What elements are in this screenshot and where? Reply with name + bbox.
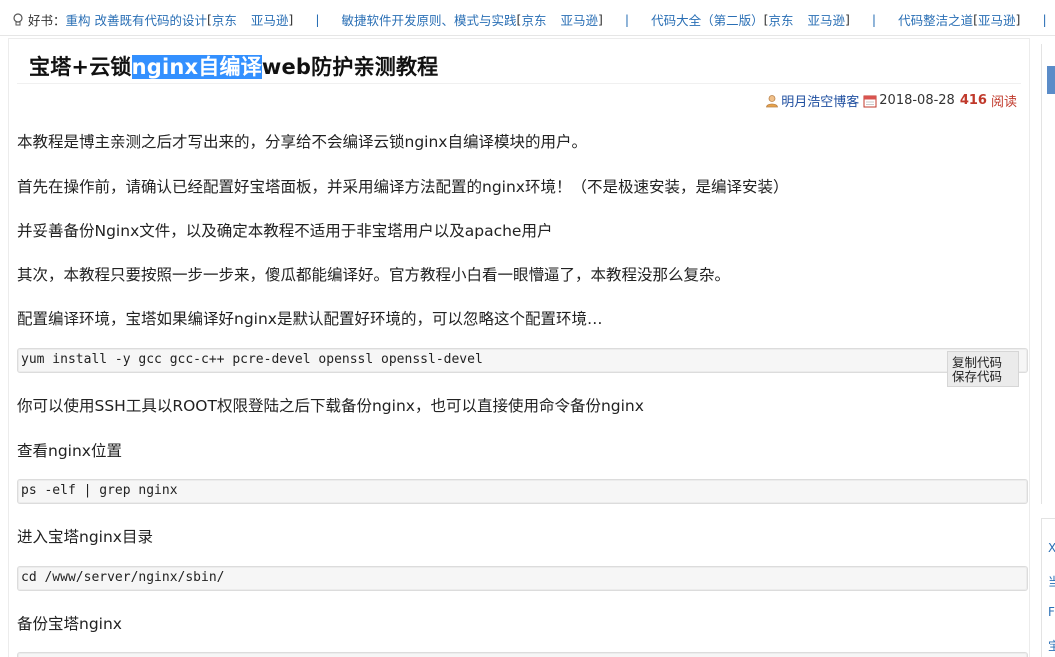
calendar-icon — [863, 95, 877, 107]
book-link-clean-code[interactable]: 代码整洁之道 — [898, 10, 973, 29]
code-block[interactable]: yum install -y gcc gcc-c++ pcre-devel op… — [17, 348, 1028, 387]
shop-link-jd[interactable]: 京东 — [768, 10, 793, 29]
paragraph: 进入宝塔nginx目录 — [17, 528, 153, 546]
selected-text: nginx自编译 — [131, 55, 262, 79]
title-divider — [17, 83, 1021, 84]
article-title: 宝塔+云锁nginx自编译web防护亲测教程 — [29, 55, 439, 79]
post-date: 2018-08-28 — [879, 93, 955, 108]
code-text: ps -elf | grep nginx — [21, 483, 178, 498]
paragraph: 其次，本教程只要按照一步一步来，傻瓜都能编译好。官方教程小白看一眼懵逼了，本教程… — [17, 266, 731, 284]
shop-link-amazon[interactable]: 亚马逊 — [808, 10, 846, 29]
code-text: cd /www/server/nginx/sbin/ — [21, 570, 225, 585]
book-link-code-complete[interactable]: 代码大全（第二版） — [651, 10, 764, 29]
sidebar-link[interactable]: X — [1048, 541, 1055, 555]
separator: | — [871, 12, 877, 27]
sidebar-widget — [1041, 44, 1055, 504]
sidebar-link[interactable]: 当 — [1048, 573, 1055, 590]
view-count-label: 阅读 — [990, 95, 1017, 110]
code-block[interactable]: cd /www/server/nginx/sbin/ — [17, 566, 1028, 591]
article-panel: 宝塔+云锁nginx自编译web防护亲测教程 明月浩空博客 2018-08-28… — [8, 38, 1030, 657]
shop-link-jd[interactable]: 京东 — [521, 10, 546, 29]
sidebar-link[interactable]: 宝 — [1048, 637, 1055, 654]
copy-code-button[interactable]: 复制代码 — [948, 356, 1018, 370]
paragraph: 本教程是博主亲测之后才写出来的，分享给不会编译云锁nginx自编译模块的用户。 — [17, 133, 587, 151]
code-text: yum install -y gcc gcc-c++ pcre-devel op… — [21, 352, 483, 367]
code-toolbar: 复制代码 保存代码 — [947, 351, 1019, 387]
separator: | — [1042, 12, 1047, 27]
shop-link-amazon[interactable]: 亚马逊 — [560, 10, 598, 29]
book-link-agile[interactable]: 敏捷软件开发原则、模式与实践 — [342, 10, 517, 29]
save-code-button[interactable]: 保存代码 — [948, 370, 1018, 384]
paragraph: 你可以使用SSH工具以ROOT权限登陆之后下载备份nginx，也可以直接使用命令… — [17, 397, 644, 415]
book-link-refactoring[interactable]: 重构 改善既有代码的设计 — [66, 10, 207, 29]
paragraph: 查看nginx位置 — [17, 442, 122, 460]
user-icon — [766, 94, 779, 107]
view-count: 416 — [959, 93, 987, 108]
paragraph: 配置编译环境，宝塔如果编译好nginx是默认配置好环境的，可以忽略这个配置环境… — [17, 310, 603, 328]
shop-link-jd[interactable]: 京东 — [212, 10, 237, 29]
right-sidebar: X 当 F 宝 — [1041, 38, 1055, 657]
sidebar-widget: X 当 F 宝 — [1041, 518, 1055, 657]
code-block[interactable]: ps -elf | grep nginx — [17, 479, 1028, 504]
article-meta: 明月浩空博客 2018-08-28 416 阅读 — [765, 91, 1017, 110]
sidebar-tab[interactable] — [1047, 66, 1055, 94]
sidebar-link[interactable]: F — [1048, 605, 1055, 619]
shop-link-amazon[interactable]: 亚马逊 — [251, 10, 289, 29]
book-recommendation-bar: 好书： 重构 改善既有代码的设计 [京东 亚马逊] | 敏捷软件开发原则、模式与实… — [0, 0, 1055, 36]
paragraph: 并妥善备份Nginx文件，以及确定本教程不适用于非宝塔用户以及apache用户 — [17, 222, 553, 240]
paragraph: 备份宝塔nginx — [17, 615, 122, 633]
separator: | — [624, 12, 630, 27]
recommend-label: 好书： — [28, 13, 66, 28]
separator: | — [315, 12, 320, 27]
author-link[interactable]: 明月浩空博客 — [781, 91, 859, 110]
shop-link-amazon[interactable]: 亚马逊 — [978, 10, 1016, 29]
code-block[interactable] — [17, 652, 1028, 657]
lightbulb-icon — [13, 12, 23, 25]
paragraph: 首先在操作前，请确认已经配置好宝塔面板，并采用编译方法配置的nginx环境！（不… — [17, 178, 789, 196]
